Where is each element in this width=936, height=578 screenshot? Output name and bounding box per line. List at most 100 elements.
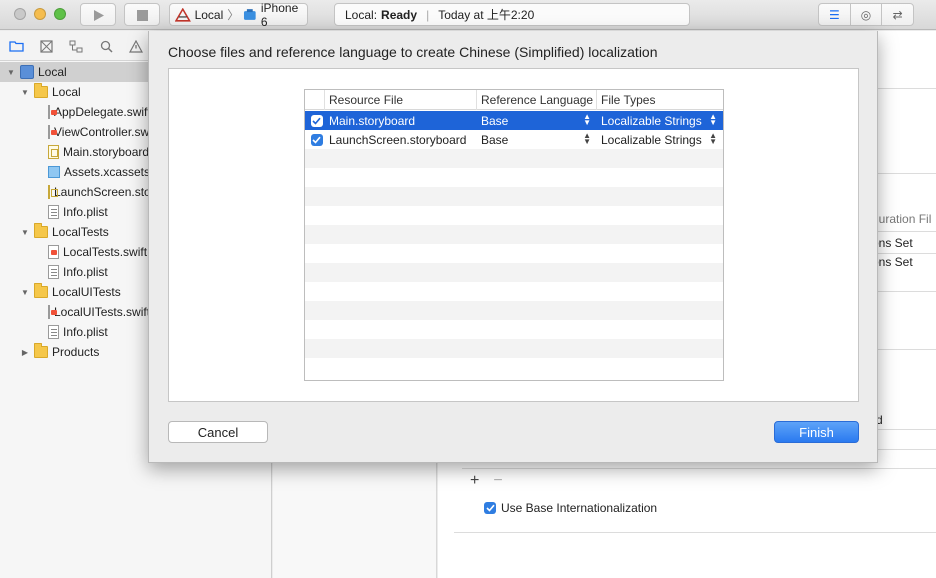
search-icon[interactable] — [98, 39, 114, 53]
minimize-window-button[interactable] — [34, 8, 46, 20]
zoom-window-button[interactable] — [54, 8, 66, 20]
disclosure-triangle-icon[interactable]: ▼ — [20, 88, 30, 97]
tree-item-products-folder[interactable]: ▶ Products — [0, 342, 150, 362]
empty-table-row — [305, 149, 723, 168]
configuration-row-release[interactable]: ons Set — [872, 255, 913, 269]
version-editor-icon[interactable]: ⇄ — [882, 4, 913, 25]
reference-language-value: Base — [481, 113, 509, 128]
assistant-editor-icon[interactable]: ◎ — [851, 4, 883, 25]
disclosure-triangle-icon[interactable]: ▼ — [20, 288, 30, 297]
file-types-value: Localizable Strings — [601, 132, 702, 147]
editor-mode-control[interactable]: ☰ ◎ ⇄ — [818, 3, 914, 26]
disclosure-triangle-icon[interactable]: ▼ — [6, 68, 16, 77]
row-checkbox[interactable] — [305, 130, 325, 149]
disclosure-triangle-icon[interactable]: ▼ — [20, 228, 30, 237]
tree-item-tests-info-plist[interactable]: Info.plist — [0, 262, 150, 282]
swift-file-icon — [48, 305, 57, 319]
cancel-button[interactable]: Cancel — [168, 421, 268, 443]
empty-table-row — [305, 339, 723, 358]
plist-file-icon — [48, 265, 59, 279]
tree-item-assets[interactable]: Assets.xcassets — [0, 162, 150, 182]
project-navigator-folder-icon[interactable] — [8, 39, 24, 53]
empty-table-row — [305, 320, 723, 339]
sheet-title: Choose files and reference language to c… — [168, 44, 658, 60]
reference-language-value: Base — [481, 132, 509, 147]
activity-separator: | — [426, 7, 430, 22]
empty-table-row — [305, 168, 723, 187]
empty-table-row — [305, 206, 723, 225]
tree-item-label: Info.plist — [63, 205, 108, 219]
column-header-reference-language[interactable]: Reference Language — [477, 90, 597, 110]
row-checkbox[interactable] — [305, 111, 325, 130]
file-types-value: Localizable Strings — [601, 113, 702, 128]
standard-editor-icon[interactable]: ☰ — [819, 4, 851, 25]
remove-localization-button[interactable]: − — [493, 472, 502, 490]
tree-item-label: LocalUITests — [52, 285, 121, 299]
finish-button[interactable]: Finish — [774, 421, 859, 443]
play-icon — [94, 10, 104, 21]
file-types-popup[interactable]: Localizable Strings ▲ ▼ — [597, 111, 723, 130]
disclosure-triangle-icon[interactable]: ▶ — [20, 348, 30, 357]
table-header: Resource File Reference Language File Ty… — [305, 90, 723, 110]
window-toolbar: Local 〉 iPhone 6 Local: Ready | Today at… — [0, 0, 936, 30]
tree-item-main-storyboard[interactable]: Main.storyboard — [0, 142, 150, 162]
scheme-project-label: Local — [194, 7, 224, 22]
tree-item-viewcontroller[interactable]: ViewController.swift — [0, 122, 150, 142]
warning-icon[interactable] — [128, 39, 144, 53]
column-header-file-types[interactable]: File Types — [597, 90, 723, 110]
popup-arrows-icon: ▲ ▼ — [709, 131, 717, 146]
chevron-right-icon: 〉 — [227, 8, 240, 22]
tree-item-label: Assets.xcassets — [63, 165, 150, 179]
tree-item-label: Info.plist — [63, 265, 108, 279]
tree-item-label: Info.plist — [63, 325, 108, 339]
table-row[interactable]: Main.storyboard Base ▲ ▼ Localizable Stri… — [305, 111, 723, 130]
sheet-content-well: Resource File Reference Language File Ty… — [168, 68, 859, 402]
empty-table-row — [305, 263, 723, 282]
symbol-navigator-icon[interactable] — [68, 39, 84, 53]
resource-file-cell: Main.storyboard — [329, 113, 416, 128]
xcode-app-icon — [175, 7, 191, 22]
add-localization-button[interactable]: + — [470, 472, 479, 490]
scheme-selector[interactable]: Local 〉 iPhone 6 — [169, 1, 308, 29]
tree-item-launchscreen[interactable]: LaunchScreen.storyboard — [0, 182, 150, 202]
tree-item-label: Products — [52, 345, 100, 359]
stop-button[interactable] — [124, 3, 160, 26]
source-control-navigator-icon[interactable] — [38, 39, 54, 53]
activity-project-label: Local: — [345, 7, 378, 22]
tree-item-appdelegate[interactable]: AppDelegate.swift — [0, 102, 150, 122]
tree-item-local-folder[interactable]: ▼ Local — [0, 82, 150, 102]
divider — [878, 88, 936, 89]
tree-item-localtests-folder[interactable]: ▼ LocalTests — [0, 222, 150, 242]
close-window-button[interactable] — [14, 8, 26, 20]
storyboard-file-icon — [48, 185, 58, 199]
column-header-resource-file[interactable]: Resource File — [325, 90, 477, 110]
swift-file-icon — [48, 245, 59, 259]
reference-language-popup[interactable]: Base ▲ ▼ — [477, 130, 597, 149]
resource-file-cell: LaunchScreen.storyboard — [329, 132, 467, 147]
storyboard-file-icon — [48, 145, 59, 159]
run-button[interactable] — [80, 3, 116, 26]
device-icon — [244, 8, 256, 20]
checkmark-icon[interactable] — [484, 502, 496, 514]
folder-icon — [34, 83, 48, 98]
tree-item-uitests-info-plist[interactable]: Info.plist — [0, 322, 150, 342]
tree-item-localuitests-folder[interactable]: ▼ LocalUITests — [0, 282, 150, 302]
popup-arrows-icon: ▲ ▼ — [583, 131, 591, 146]
activity-status-label: Ready — [381, 7, 418, 22]
tree-item-localtests-swift[interactable]: LocalTests.swift — [0, 242, 150, 262]
tree-item-label: Main.storyboard — [63, 145, 150, 159]
empty-table-row — [305, 301, 723, 320]
file-types-popup[interactable]: Localizable Strings ▲ ▼ — [597, 130, 723, 149]
checkmark-icon[interactable] — [310, 114, 323, 127]
folder-icon — [34, 223, 48, 238]
tree-item-label: LocalTests.swift — [63, 245, 148, 259]
empty-table-row — [305, 225, 723, 244]
configuration-row-debug[interactable]: ons Set — [872, 236, 913, 250]
table-row[interactable]: LaunchScreen.storyboard Base ▲ ▼ Localiza… — [305, 130, 723, 149]
tree-item-info-plist[interactable]: Info.plist — [0, 202, 150, 222]
checkmark-icon[interactable] — [310, 133, 323, 146]
plist-file-icon — [48, 325, 59, 339]
use-base-internationalization-checkbox[interactable]: Use Base Internationalization — [484, 501, 657, 515]
tree-item-localuitests-swift[interactable]: LocalUITests.swift — [0, 302, 150, 322]
reference-language-popup[interactable]: Base ▲ ▼ — [477, 111, 597, 130]
